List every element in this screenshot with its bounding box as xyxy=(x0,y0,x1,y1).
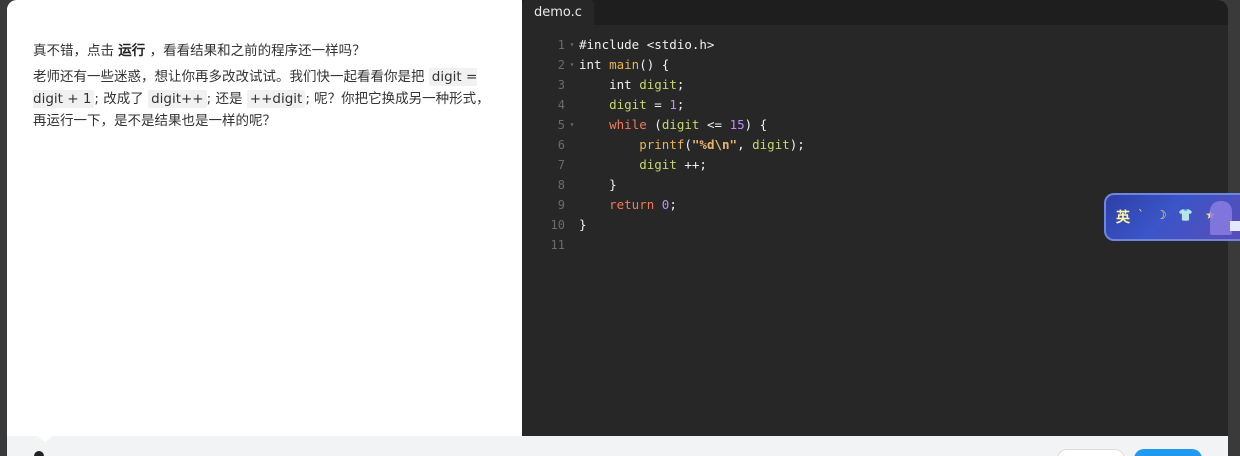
lesson-paragraph-1: 真不错，点击 运行 ，看看结果和之前的程序还一样吗？ xyxy=(33,40,496,62)
lesson-text: 老师还有一些迷惑，想让你再多改改试试。我们快一起看看你是把 xyxy=(33,69,429,85)
code-token: ( xyxy=(646,117,662,132)
code-line[interactable]: 6 printf("%d\n", digit); xyxy=(522,135,1228,155)
code-token: ( xyxy=(684,137,692,152)
lesson-text: ，看看结果和之前的程序还一样吗？ xyxy=(145,43,366,59)
code-token: ; xyxy=(676,77,685,92)
code-token: ); xyxy=(789,137,805,152)
ime-menu-icon[interactable] xyxy=(1230,221,1240,231)
run-keyword: 运行 xyxy=(118,43,146,59)
code-line[interactable]: 1 ▾ #include <stdio.h> xyxy=(522,35,1228,55)
lesson-text: 真不错，点击 xyxy=(33,43,119,59)
inline-code: ++digit xyxy=(246,90,306,108)
fold-gap xyxy=(565,135,579,155)
fold-gap xyxy=(565,75,579,95)
code-text: digit ++; xyxy=(579,155,707,175)
code-line[interactable]: 7 digit ++; xyxy=(522,155,1228,175)
keyword-token: while xyxy=(609,117,647,132)
line-number: 3 xyxy=(557,78,565,92)
function-token: printf xyxy=(639,137,685,152)
avatar[interactable] xyxy=(34,451,44,456)
fold-gap xyxy=(565,215,579,235)
line-number: 8 xyxy=(557,178,565,192)
variable-token: digit xyxy=(752,137,790,152)
code-text: printf("%d\n", digit); xyxy=(579,135,805,155)
ime-toolbar[interactable]: 英 ˋ ☽ 👕 ★ xyxy=(1104,193,1240,241)
code-token: ; xyxy=(676,97,685,112)
line-number: 4 xyxy=(557,98,565,112)
code-text: } xyxy=(579,175,617,195)
code-text: int main() { xyxy=(579,55,669,75)
line-number: 7 xyxy=(557,158,565,172)
code-text: digit = 1; xyxy=(579,95,684,115)
code-token: ; xyxy=(669,197,677,212)
code-line[interactable]: 3 int digit; xyxy=(522,75,1228,95)
file-tab-demo-c[interactable]: demo.c xyxy=(522,0,594,25)
string-token: "%d\n" xyxy=(691,137,738,152)
variable-token: digit xyxy=(639,157,677,172)
fold-arrow-icon[interactable]: ▾ xyxy=(565,35,579,55)
line-number: 10 xyxy=(550,218,565,232)
variable-token: digit xyxy=(661,117,700,132)
fold-arrow-icon[interactable]: ▾ xyxy=(565,55,579,75)
code-line[interactable]: 8 } xyxy=(522,175,1228,195)
lesson-text: ; 还是 xyxy=(206,91,247,107)
line-number: 6 xyxy=(557,138,565,152)
code-token: ++; xyxy=(676,157,707,172)
bottom-toolbar xyxy=(7,436,1228,456)
lesson-panel: 真不错，点击 运行 ，看看结果和之前的程序还一样吗？ 老师还有一些迷惑，想让你再… xyxy=(7,0,522,436)
code-line[interactable]: 4 digit = 1; xyxy=(522,95,1228,115)
keyword-token: return xyxy=(609,197,655,212)
code-text: #include <stdio.h> xyxy=(579,37,715,52)
pointer-triangle xyxy=(37,436,53,442)
variable-token: digit xyxy=(609,97,647,112)
code-text: int digit; xyxy=(579,75,684,95)
line-number: 11 xyxy=(550,238,565,252)
type-token: int xyxy=(609,77,632,92)
lesson-text: ; 改成了 xyxy=(94,91,149,107)
operator-token: <= xyxy=(699,117,730,132)
code-line[interactable]: 2 ▾ int main() { xyxy=(522,55,1228,75)
code-token: , xyxy=(737,137,753,152)
code-token: () { xyxy=(639,57,670,72)
ime-skin-icons[interactable]: ˋ ☽ 👕 ★ xyxy=(1138,208,1220,222)
secondary-button[interactable] xyxy=(1057,449,1125,456)
code-token: } xyxy=(609,177,617,192)
ime-mascot-icon xyxy=(1210,201,1232,235)
code-text: while (digit <= 15) { xyxy=(579,115,767,135)
fold-gap xyxy=(565,235,579,255)
line-number: 1 xyxy=(557,38,565,52)
editor-tab-bar: demo.c xyxy=(522,0,1228,25)
line-number: 5 xyxy=(557,118,565,132)
run-button[interactable] xyxy=(1134,449,1202,456)
fold-gap xyxy=(565,155,579,175)
function-token: main xyxy=(609,57,640,72)
fold-gap xyxy=(565,95,579,115)
type-token: int xyxy=(579,57,602,72)
fold-gap xyxy=(565,175,579,195)
code-line[interactable]: 5 ▾ while (digit <= 15) { xyxy=(522,115,1228,135)
code-token: ) { xyxy=(744,117,768,132)
number-token: 1 xyxy=(669,97,677,112)
fold-gap xyxy=(565,195,579,215)
variable-token: digit xyxy=(639,77,677,92)
code-text: return 0; xyxy=(579,195,677,215)
line-number: 2 xyxy=(557,58,565,72)
number-token: 15 xyxy=(729,117,745,132)
ime-language-toggle[interactable]: 英 xyxy=(1116,207,1130,227)
lesson-paragraph-2: 老师还有一些迷惑，想让你再多改改试试。我们快一起看看你是把 digit = di… xyxy=(33,66,496,132)
fold-arrow-icon[interactable]: ▾ xyxy=(565,115,579,135)
operator-token: = xyxy=(646,97,670,112)
lesson-workspace: 真不错，点击 运行 ，看看结果和之前的程序还一样吗？ 老师还有一些迷惑，想让你再… xyxy=(7,0,1228,436)
line-number: 9 xyxy=(557,198,565,212)
code-text: } xyxy=(579,217,587,232)
inline-code: digit++ xyxy=(148,90,207,108)
